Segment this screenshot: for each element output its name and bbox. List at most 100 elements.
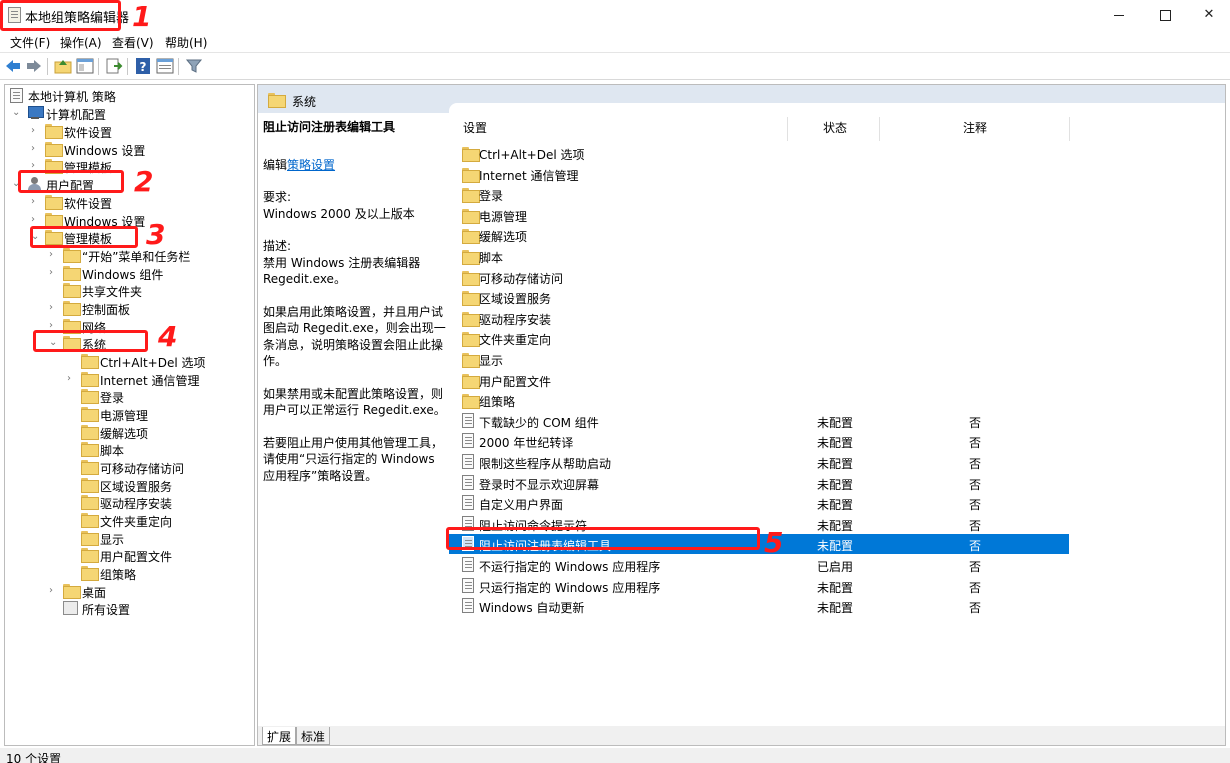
tree-item[interactable]: › Windows 设置 — [5, 141, 254, 159]
setting-row[interactable]: 自定义用户界面 未配置 否 — [449, 493, 1069, 513]
chevron-right-icon[interactable]: › — [49, 302, 59, 314]
tree-item-computer-config[interactable]: ⌄ 计算机配置 — [5, 105, 254, 123]
menu-view[interactable]: 查看(V) — [112, 34, 154, 51]
tree-item[interactable]: › Internet 通信管理 — [5, 371, 254, 389]
folder-icon — [81, 354, 97, 368]
chevron-right-icon[interactable]: › — [31, 143, 41, 155]
tree-item[interactable]: › 软件设置 — [5, 123, 254, 141]
tree-item[interactable]: › Windows 组件 — [5, 265, 254, 283]
folder-row[interactable]: 用户配置文件 — [449, 370, 1069, 390]
chevron-right-icon[interactable]: › — [49, 249, 59, 261]
chevron-down-icon[interactable]: ⌄ — [12, 107, 22, 119]
tree-label: 共享文件夹 — [82, 285, 143, 299]
column-header-comment[interactable]: 注释 — [963, 119, 987, 141]
folder-name: 用户配置文件 — [479, 374, 552, 389]
chevron-right-icon[interactable]: › — [49, 585, 59, 597]
column-header-setting[interactable]: 设置 — [463, 119, 487, 141]
setting-row[interactable]: 只运行指定的 Windows 应用程序 未配置 否 — [449, 576, 1069, 596]
chevron-right-icon[interactable]: › — [31, 214, 41, 226]
forward-arrow-icon[interactable] — [25, 57, 43, 75]
setting-row[interactable]: Windows 自动更新 未配置 否 — [449, 596, 1069, 616]
setting-row[interactable]: 下载缺少的 COM 组件 未配置 否 — [449, 411, 1069, 431]
tab-extended[interactable]: 扩展 — [262, 727, 297, 745]
setting-row[interactable]: 2000 年世纪转译 未配置 否 — [449, 431, 1069, 451]
folder-name: Internet 通信管理 — [479, 168, 579, 183]
folder-row[interactable]: Internet 通信管理 — [449, 164, 1069, 184]
edit-policy-link[interactable]: 策略设置 — [287, 158, 335, 172]
tree-item[interactable]: › 软件设置 — [5, 194, 254, 212]
folder-icon — [81, 513, 97, 527]
menu-file[interactable]: 文件(F) — [10, 34, 50, 51]
folder-icon — [63, 266, 79, 280]
folder-icon — [45, 142, 61, 156]
show-hide-tree-icon[interactable] — [76, 57, 94, 75]
folder-row[interactable]: 登录 — [449, 184, 1069, 204]
column-separator[interactable] — [1069, 117, 1070, 141]
tree-item[interactable]: 脚本 — [5, 441, 254, 459]
folder-name: 显示 — [479, 354, 504, 368]
tree-item[interactable]: 可移动存储访问 — [5, 459, 254, 477]
tree-item[interactable]: 登录 — [5, 388, 254, 406]
help-icon[interactable]: ? — [134, 57, 152, 75]
tree-item[interactable]: Ctrl+Alt+Del 选项 — [5, 353, 254, 371]
close-button[interactable]: ✕ — [1186, 0, 1230, 30]
properties-icon[interactable] — [156, 57, 174, 75]
folder-row[interactable]: 显示 — [449, 349, 1069, 369]
folder-row[interactable]: 可移动存储访问 — [449, 267, 1069, 287]
tree-item[interactable]: 区域设置服务 — [5, 477, 254, 495]
tree-item[interactable]: 驱动程序安装 — [5, 494, 254, 512]
status-bar: 10 个设置 — [0, 748, 1230, 763]
folder-icon — [81, 389, 97, 403]
column-separator[interactable] — [879, 117, 880, 141]
tree-item[interactable]: › 控制面板 — [5, 300, 254, 318]
minimize-button[interactable] — [1096, 0, 1142, 30]
setting-name: Windows 自动更新 — [479, 601, 585, 616]
tree-item[interactable]: 电源管理 — [5, 406, 254, 424]
tree-item-all-settings[interactable]: 所有设置 — [5, 600, 254, 618]
folder-row[interactable]: 电源管理 — [449, 205, 1069, 225]
tree-item[interactable]: 缓解选项 — [5, 424, 254, 442]
setting-row[interactable]: 限制这些程序从帮助启动 未配置 否 — [449, 452, 1069, 472]
up-folder-icon[interactable] — [54, 57, 72, 75]
setting-row[interactable]: 登录时不显示欢迎屏幕 未配置 否 — [449, 473, 1069, 493]
tree-item[interactable]: 用户配置文件 — [5, 547, 254, 565]
tree-item[interactable]: 文件夹重定向 — [5, 512, 254, 530]
chevron-right-icon[interactable]: › — [67, 373, 77, 385]
tree-item[interactable]: 组策略 — [5, 565, 254, 583]
tree-item[interactable]: › 桌面 — [5, 583, 254, 601]
description-text: 禁用 Windows 注册表编辑器 Regedit.exe。 — [263, 255, 421, 287]
folder-row[interactable]: Ctrl+Alt+Del 选项 — [449, 143, 1069, 163]
tree-label: 用户配置文件 — [100, 550, 173, 564]
annotation-box — [0, 0, 121, 31]
chevron-right-icon[interactable]: › — [49, 267, 59, 279]
setting-state: 未配置 — [817, 498, 854, 513]
tab-standard[interactable]: 标准 — [296, 727, 331, 745]
folder-row[interactable]: 文件夹重定向 — [449, 328, 1069, 348]
folder-row[interactable]: 区域设置服务 — [449, 287, 1069, 307]
folder-row[interactable]: 驱动程序安装 — [449, 308, 1069, 328]
chevron-right-icon[interactable]: › — [31, 125, 41, 137]
setting-row[interactable]: 不运行指定的 Windows 应用程序 已启用 否 — [449, 555, 1069, 575]
annotation-number: 4 — [158, 320, 178, 353]
export-list-icon[interactable] — [105, 57, 123, 75]
folder-row[interactable]: 缓解选项 — [449, 225, 1069, 245]
tree-item[interactable]: 共享文件夹 — [5, 282, 254, 300]
chevron-right-icon[interactable]: › — [31, 196, 41, 208]
menu-action[interactable]: 操作(A) — [60, 34, 102, 51]
annotation-number: 2 — [134, 165, 154, 198]
maximize-button[interactable] — [1142, 0, 1188, 30]
folder-row[interactable]: 脚本 — [449, 246, 1069, 266]
tree-label: 软件设置 — [64, 197, 113, 211]
tree-root[interactable]: 本地计算机 策略 — [5, 87, 254, 105]
tree-item[interactable]: › “开始”菜单和任务栏 — [5, 247, 254, 265]
filter-icon[interactable] — [185, 57, 203, 75]
menu-help[interactable]: 帮助(H) — [165, 34, 207, 51]
tree-label: 可移动存储访问 — [100, 462, 185, 476]
column-header-state[interactable]: 状态 — [823, 119, 847, 141]
setting-state: 未配置 — [817, 580, 854, 595]
back-arrow-icon[interactable] — [4, 57, 22, 75]
tree-item[interactable]: 显示 — [5, 530, 254, 548]
folder-icon — [63, 301, 79, 315]
column-separator[interactable] — [787, 117, 788, 141]
folder-row[interactable]: 组策略 — [449, 390, 1069, 410]
